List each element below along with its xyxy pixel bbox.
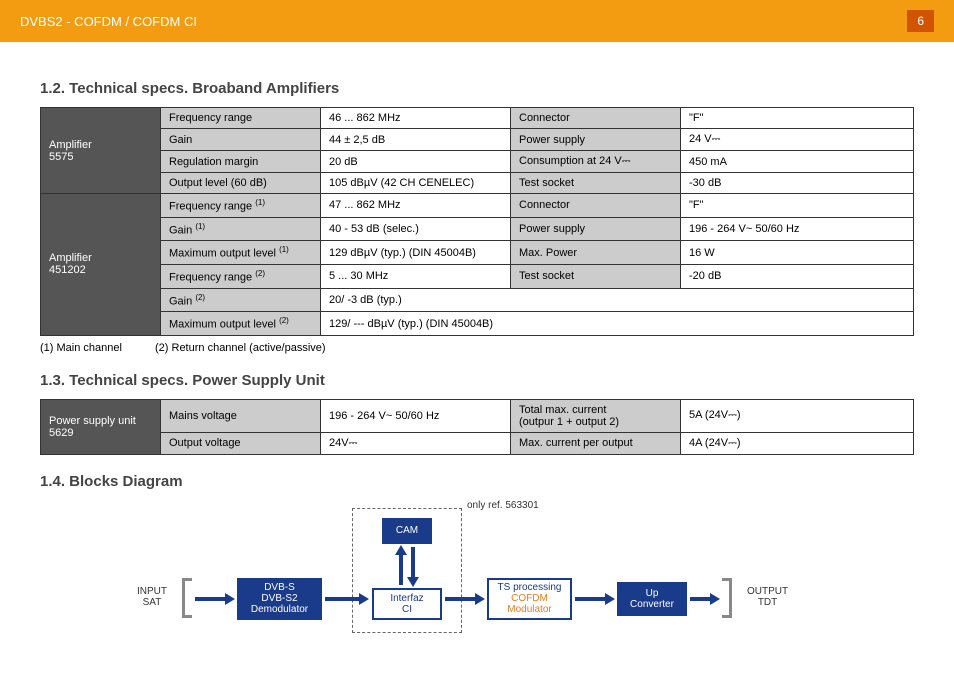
page-content: 1.2. Technical specs. Broaband Amplifier… [0,42,954,660]
cell: Connector [511,108,681,129]
psu-name: Power supply unit 5629 [41,399,161,454]
section-1-3-heading: 1.3. Technical specs. Power Supply Unit [40,372,914,389]
cell: Test socket [511,264,681,288]
cell: Max. current per output [511,432,681,454]
block-cam: CAM [382,518,432,544]
cell: -30 dB [681,173,914,194]
cell: Frequency range (1) [161,194,321,218]
psu-table: Power supply unit 5629 Mains voltage 196… [40,399,914,455]
cell: Gain (2) [161,288,321,312]
cell: "F" [681,108,914,129]
cell: 40 - 53 dB (selec.) [321,217,511,241]
cell: 129 dBµV (typ.) (DIN 45004B) [321,241,511,265]
cell: 196 - 264 V~ 50/60 Hz [321,399,511,432]
page-number: 6 [907,10,934,32]
cell: 129/ --- dBµV (typ.) (DIN 45004B) [321,312,914,336]
cell: Frequency range (2) [161,264,321,288]
page-header: DVBS2 - COFDM / COFDM CI 6 [0,0,954,42]
cell: Maximum output level (1) [161,241,321,265]
amplifiers-table: Amplifier 5575 Frequency range 46 ... 86… [40,107,914,336]
arrow-icon [445,592,485,606]
arrow-icon [690,592,720,606]
cell: Gain (1) [161,217,321,241]
cell: 105 dBµV (42 CH CENELEC) [321,173,511,194]
cell: Output level (60 dB) [161,173,321,194]
block-ts-cofdm: TS processing COFDM Modulator [487,578,572,620]
block-interfaz-ci: Interfaz CI [372,588,442,620]
cell: 20 dB [321,151,511,173]
arrow-icon [195,592,235,606]
label-input: INPUT SAT [137,586,167,608]
cell: Regulation margin [161,151,321,173]
cell: Consumption at 24 V⎓ [511,151,681,173]
cell: Total max. current (outpur 1 + output 2) [511,399,681,432]
arrow-icon [575,592,615,606]
amp2-name: Amplifier 451202 [41,194,161,336]
block-demodulator: DVB-S DVB-S2 Demodulator [237,578,322,620]
ts-processing-label: TS processing [498,582,562,593]
label-output: OUTPUT TDT [747,586,788,608]
cell: Frequency range [161,108,321,129]
section-1-4-heading: 1.4. Blocks Diagram [40,473,914,490]
cell: 24 V⎓ [681,129,914,151]
cell: 47 ... 862 MHz [321,194,511,218]
diagram-note: only ref. 563301 [467,500,539,511]
amp1-name: Amplifier 5575 [41,108,161,194]
cell: 5A (24V⎓) [681,399,914,432]
table-footnote: (1) Main channel (2) Return channel (act… [40,342,914,354]
cell: 44 ± 2,5 dB [321,129,511,151]
header-title: DVBS2 - COFDM / COFDM CI [20,14,197,29]
arrow-bidir-icon [393,545,421,587]
cell: Test socket [511,173,681,194]
cell: 20/ -3 dB (typ.) [321,288,914,312]
cell: Power supply [511,217,681,241]
arrow-icon [325,592,369,606]
section-1-2-heading: 1.2. Technical specs. Broaband Amplifier… [40,80,914,97]
footnote-2: (2) Return channel (active/passive) [155,342,326,354]
cell: 450 mA [681,151,914,173]
cell: Maximum output level (2) [161,312,321,336]
cell: Mains voltage [161,399,321,432]
footnote-1: (1) Main channel [40,342,122,354]
block-up-converter: Up Converter [617,582,687,616]
cell: "F" [681,194,914,218]
cell: Power supply [511,129,681,151]
cell: Connector [511,194,681,218]
cell: 196 - 264 V~ 50/60 Hz [681,217,914,241]
cell: Gain [161,129,321,151]
bracket-output-icon [722,578,732,618]
cell: 5 ... 30 MHz [321,264,511,288]
cell: Max. Power [511,241,681,265]
cell: -20 dB [681,264,914,288]
cell: Output voltage [161,432,321,454]
cofdm-modulator-label: COFDM Modulator [507,593,551,615]
cell: 24V⎓ [321,432,511,454]
cell: 16 W [681,241,914,265]
bracket-input-icon [182,578,192,618]
block-diagram: only ref. 563301 INPUT SAT DVB-S DVB-S2 … [167,500,787,640]
cell: 4A (24V⎓) [681,432,914,454]
cell: 46 ... 862 MHz [321,108,511,129]
